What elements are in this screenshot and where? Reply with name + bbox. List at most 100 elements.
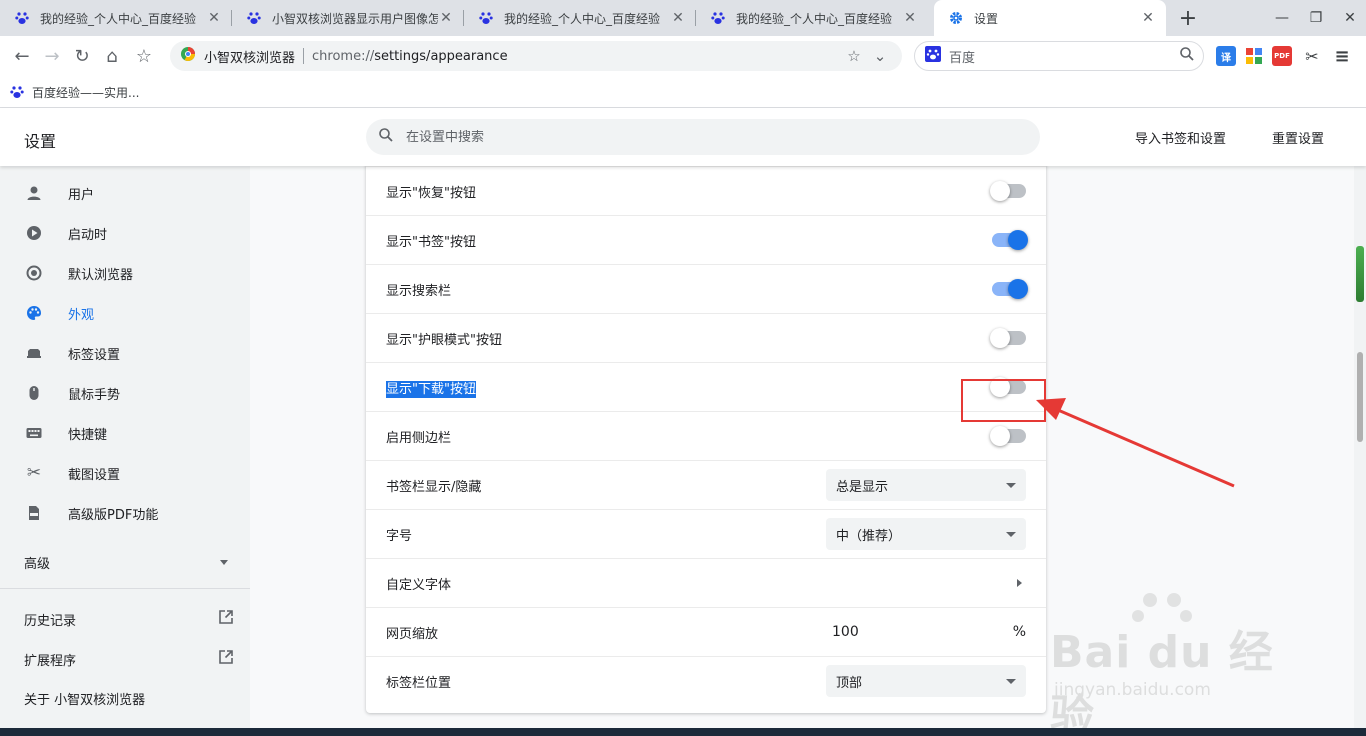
close-icon[interactable]: ✕: [670, 10, 686, 26]
baidu-paw-icon: [10, 85, 24, 99]
reset-settings-link[interactable]: 重置设置: [1272, 128, 1324, 147]
appearance-card: 显示"恢复"按钮 显示"书签"按钮 显示搜索栏 显示"护眼模式"按钮 显示"下载…: [366, 166, 1046, 713]
baidu-paw-icon: [710, 10, 726, 26]
person-icon: [24, 183, 44, 203]
sidebar-about-label: 关于 小智双核浏览器: [24, 693, 146, 708]
url-text[interactable]: chrome://settings/appearance: [312, 49, 838, 64]
settings-search-box[interactable]: [366, 119, 1040, 155]
tab-icon: [24, 343, 44, 363]
settings-search-input[interactable]: [406, 129, 1006, 145]
bookmarks-bar: 百度经验——实用...: [0, 76, 1366, 108]
setting-row-custom-fonts[interactable]: 自定义字体: [366, 558, 1046, 607]
sidebar-item-startup[interactable]: 启动时: [0, 213, 250, 253]
tab-title: 小智双核浏览器显示用户图像怎: [272, 11, 438, 26]
setting-label: 显示"书签"按钮: [386, 234, 476, 250]
import-bookmarks-link[interactable]: 导入书签和设置: [1135, 128, 1226, 147]
settings-sidebar: 用户 启动时 默认浏览器 外观 标签设置 鼠标手势 快捷键 ✂ 截图设置 高级版…: [0, 166, 250, 736]
toggle-switch[interactable]: [992, 230, 1028, 250]
tab-title: 设置: [974, 11, 999, 26]
search-engine-box[interactable]: 百度: [914, 41, 1204, 71]
toggle-switch[interactable]: [990, 426, 1026, 446]
page-zoom-input[interactable]: 100 %: [826, 624, 1026, 640]
browser-tab-3[interactable]: 我的经验_个人中心_百度经验 ✕: [464, 0, 696, 36]
side-panel-handle[interactable]: [1356, 246, 1364, 302]
sidebar-item-default-browser[interactable]: 默认浏览器: [0, 253, 250, 293]
translate-icon[interactable]: 译: [1216, 46, 1236, 66]
sidebar-about[interactable]: 关于 小智双核浏览器: [24, 689, 234, 708]
chevron-right-icon: [1017, 579, 1022, 587]
close-icon[interactable]: ✕: [438, 10, 454, 26]
keyboard-icon: [24, 423, 44, 443]
reload-icon[interactable]: ↻: [70, 44, 94, 68]
back-icon[interactable]: ←: [10, 44, 34, 68]
setting-row-page-zoom: 网页缩放 100 %: [366, 607, 1046, 656]
restore-icon[interactable]: ❐: [1304, 6, 1328, 30]
browser-tab-1[interactable]: 我的经验_个人中心_百度经验 ✕: [0, 0, 232, 36]
setting-row-search-bar: 显示搜索栏: [366, 264, 1046, 313]
close-icon[interactable]: ✕: [902, 10, 918, 26]
power-icon: [24, 223, 44, 243]
window-close-icon[interactable]: ✕: [1338, 6, 1362, 30]
os-taskbar: [0, 728, 1366, 736]
zoom-unit: %: [1012, 624, 1026, 640]
mouse-icon: [24, 383, 44, 403]
scissors-icon[interactable]: ✂: [1302, 46, 1322, 66]
pdf-icon[interactable]: PDF: [1272, 46, 1292, 66]
chevron-down-icon[interactable]: ⌄: [870, 46, 890, 66]
sidebar-advanced[interactable]: 高级: [24, 553, 234, 572]
setting-row-sidebar: 启用侧边栏: [366, 411, 1046, 460]
setting-label: 书签栏显示/隐藏: [386, 479, 482, 495]
setting-row-tab-bar-position: 标签栏位置 顶部: [366, 656, 1046, 705]
sidebar-item-user[interactable]: 用户: [0, 173, 250, 213]
sidebar-item-mouse-gestures[interactable]: 鼠标手势: [0, 373, 250, 413]
font-size-select[interactable]: 中（推荐）: [826, 518, 1026, 550]
bookmark-item[interactable]: 百度经验——实用...: [10, 82, 139, 102]
home-icon[interactable]: ⌂: [100, 44, 124, 68]
sidebar-extensions[interactable]: 扩展程序: [24, 649, 234, 669]
gear-icon: [948, 10, 964, 26]
setting-label: 显示搜索栏: [386, 283, 452, 299]
sidebar-history[interactable]: 历史记录: [24, 609, 234, 629]
bookmark-bar-select[interactable]: 总是显示: [826, 469, 1026, 501]
toggle-switch[interactable]: [990, 328, 1026, 348]
star-outline-icon[interactable]: ☆: [132, 44, 156, 68]
minimize-icon[interactable]: —: [1270, 6, 1294, 30]
address-bar[interactable]: 小智双核浏览器 chrome://settings/appearance ☆ ⌄: [170, 41, 902, 71]
setting-label: 显示"护眼模式"按钮: [386, 332, 502, 348]
watermark-url: jingyan.baidu.com: [1054, 680, 1211, 700]
close-icon[interactable]: ✕: [1140, 10, 1156, 26]
browser-icon: [24, 263, 44, 283]
forward-icon[interactable]: →: [40, 44, 64, 68]
chevron-down-icon: [220, 560, 228, 565]
sidebar-item-pdf[interactable]: 高级版PDF功能: [0, 493, 250, 533]
sidebar-item-label: 标签设置: [68, 347, 121, 363]
new-tab-button[interactable]: +: [1176, 6, 1200, 31]
chevron-down-icon: [1006, 531, 1016, 537]
search-icon[interactable]: [1179, 46, 1195, 66]
toggle-switch[interactable]: [990, 181, 1026, 201]
menu-icon[interactable]: ≡: [1332, 46, 1352, 67]
close-icon[interactable]: ✕: [206, 10, 222, 26]
tab-title: 我的经验_个人中心_百度经验: [736, 11, 893, 26]
browser-tab-settings[interactable]: 设置 ✕: [934, 0, 1166, 36]
sidebar-item-appearance[interactable]: 外观: [0, 293, 250, 333]
sidebar-item-label: 快捷键: [68, 427, 108, 443]
scrollbar-thumb[interactable]: [1357, 352, 1363, 442]
apps-grid-icon[interactable]: [1244, 46, 1264, 66]
search-icon: [378, 127, 394, 147]
sidebar-item-tabs[interactable]: 标签设置: [0, 333, 250, 373]
browser-tab-4[interactable]: 我的经验_个人中心_百度经验 ✕: [696, 0, 928, 36]
sidebar-item-screenshot[interactable]: ✂ 截图设置: [0, 453, 250, 493]
tab-bar-position-select[interactable]: 顶部: [826, 665, 1026, 697]
pdf-icon: [24, 503, 44, 523]
watermark-logo: Bai du 经验: [1050, 627, 1274, 736]
select-value: 顶部: [836, 675, 863, 691]
sidebar-item-label: 默认浏览器: [68, 267, 134, 283]
browser-tab-2[interactable]: 小智双核浏览器显示用户图像怎 ✕: [232, 0, 464, 36]
bookmark-star-icon[interactable]: ☆: [844, 46, 864, 66]
setting-row-restore-button: 显示"恢复"按钮: [366, 166, 1046, 215]
sidebar-item-shortcuts[interactable]: 快捷键: [0, 413, 250, 453]
baidu-paw-icon: [246, 10, 262, 26]
toggle-switch[interactable]: [992, 279, 1028, 299]
sidebar-item-label: 启动时: [68, 227, 108, 243]
